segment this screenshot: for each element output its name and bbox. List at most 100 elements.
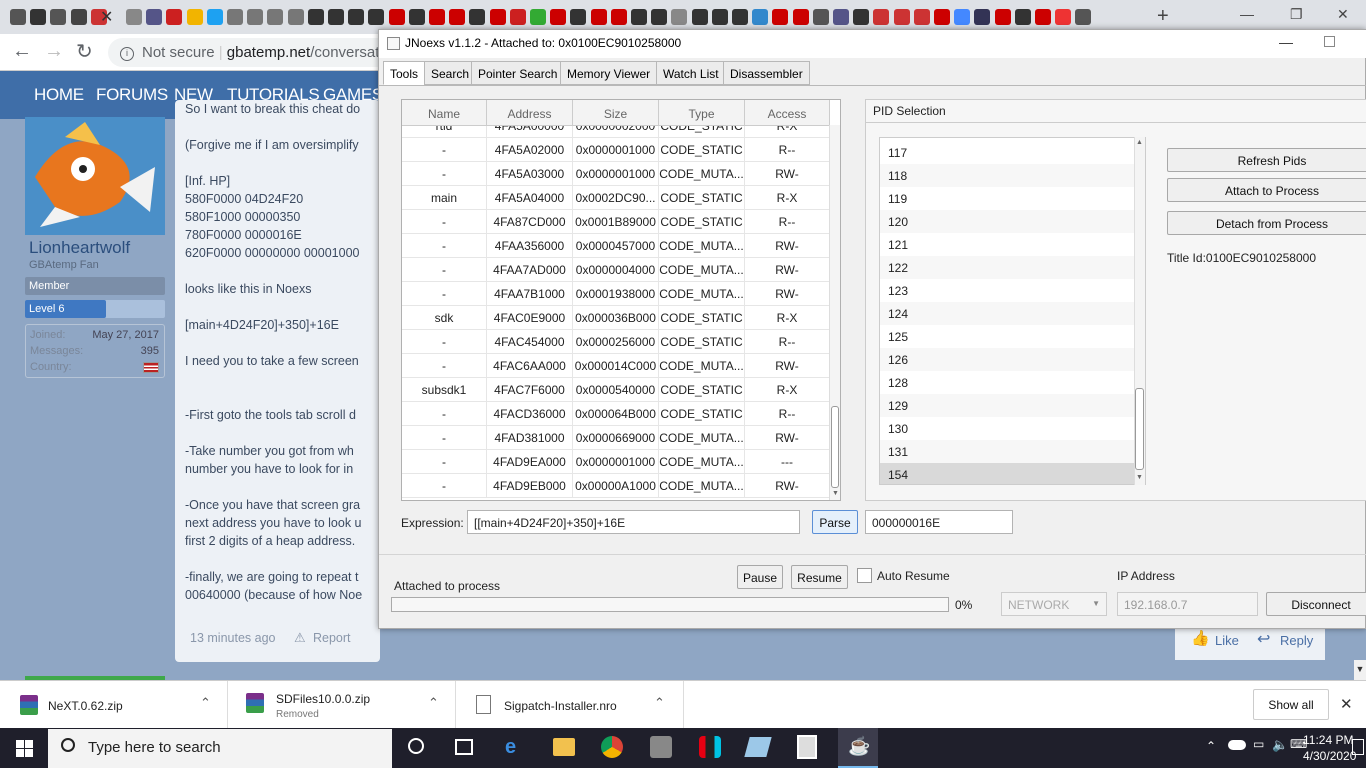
tab-favicon[interactable] — [812, 9, 829, 25]
notifications-icon[interactable] — [1352, 739, 1364, 755]
tab-favicon[interactable] — [307, 9, 324, 25]
refresh-pids-button[interactable]: Refresh Pids — [1167, 148, 1366, 172]
clock-date[interactable]: 4/30/2020 — [1303, 749, 1356, 763]
table-scroll-thumb[interactable] — [831, 406, 839, 488]
tab-disassembler[interactable]: Disassembler — [723, 61, 810, 85]
tab-favicon[interactable] — [772, 9, 789, 25]
tab-favicon[interactable] — [186, 9, 203, 25]
tab-favicon[interactable] — [408, 9, 425, 25]
pid-item[interactable]: 122 — [880, 256, 1134, 279]
tab-favicon[interactable] — [610, 9, 627, 25]
pid-item[interactable]: 125 — [880, 325, 1134, 348]
table-row[interactable]: -4FAD9EA000 0x0000001000 CODE_MUTA... --- — [402, 450, 830, 474]
tab-favicon[interactable] — [368, 9, 385, 25]
tab-favicon[interactable] — [994, 9, 1011, 25]
tab-memory-viewer[interactable]: Memory Viewer — [560, 61, 658, 85]
volume-icon[interactable]: 🔈 — [1272, 737, 1288, 753]
taskbar-search-input[interactable]: Type here to search — [48, 729, 392, 768]
tab-favicon[interactable] — [388, 9, 405, 25]
pid-scroll-thumb[interactable] — [1135, 388, 1144, 470]
tab-favicon[interactable] — [792, 9, 809, 25]
tab-favicon[interactable] — [146, 9, 163, 25]
pid-item[interactable]: 124 — [880, 302, 1134, 325]
tab-favicon[interactable] — [550, 9, 567, 25]
expression-input[interactable]: [[main+4D24F20]+350]+16E — [467, 510, 800, 534]
tab-favicon[interactable] — [10, 9, 26, 25]
chevron-up-icon[interactable]: ⌃ — [200, 695, 211, 711]
username[interactable]: Lionheartwolf — [29, 238, 130, 258]
tab-favicon[interactable] — [1014, 9, 1031, 25]
java-app-active[interactable]: ☕ — [838, 728, 878, 768]
table-row[interactable]: -4FA87CD000 0x0001B89000 CODE_STATIC R-- — [402, 210, 830, 234]
pid-item[interactable]: 130 — [880, 417, 1134, 440]
col-address[interactable]: Address — [487, 100, 573, 126]
tab-favicon[interactable] — [934, 9, 950, 25]
app-icon-blue[interactable] — [744, 737, 772, 757]
tab-favicon[interactable] — [267, 9, 284, 25]
tab-favicon[interactable] — [429, 9, 445, 25]
download-item-1[interactable]: SDFiles10.0.0.zip Removed ⌃ — [228, 681, 456, 729]
tab-favicon[interactable] — [206, 9, 223, 25]
tab-favicon[interactable] — [30, 9, 47, 25]
pid-item[interactable]: 123 — [880, 279, 1134, 302]
tab-favicon[interactable] — [287, 9, 304, 25]
table-row[interactable]: -4FA5A02000 0x0000001000 CODE_STATIC R-- — [402, 138, 830, 162]
table-row[interactable]: -4FAC6AA000 0x000014C000 CODE_MUTA... RW- — [402, 354, 830, 378]
table-row[interactable]: -4FAC454000 0x0000256000 CODE_STATIC R-- — [402, 330, 830, 354]
pause-button[interactable]: Pause — [737, 565, 783, 589]
like-button[interactable]: Like — [1215, 633, 1239, 648]
connection-type-select[interactable]: NETWORK ▼ — [1001, 592, 1107, 616]
table-row[interactable]: -4FAA356000 0x0000457000 CODE_MUTA... RW- — [402, 234, 830, 258]
back-icon[interactable]: ← — [12, 40, 32, 63]
tab-favicon[interactable] — [974, 9, 991, 25]
tab-favicon[interactable] — [691, 9, 708, 25]
close-downloads-icon[interactable]: ✕ — [1340, 695, 1353, 713]
tab-tools[interactable]: Tools — [383, 61, 426, 85]
clock-time[interactable]: 11:24 PM — [1303, 733, 1353, 747]
tab-favicon[interactable] — [853, 9, 870, 25]
tab-favicon[interactable] — [227, 9, 243, 25]
tray-chevron-up-icon[interactable]: ⌃ — [1206, 739, 1216, 753]
tab-favicon[interactable] — [50, 9, 67, 25]
tab-favicon[interactable] — [1035, 9, 1051, 25]
col-type[interactable]: Type — [659, 100, 745, 126]
download-item-2[interactable]: Sigpatch-Installer.nro ⌃ — [456, 681, 684, 729]
page-scroll-down-icon[interactable]: ▼ — [1354, 660, 1366, 680]
tab-favicon[interactable] — [530, 9, 546, 25]
pid-item[interactable]: 129 — [880, 394, 1134, 417]
tab-favicon[interactable] — [166, 9, 183, 25]
new-tab-icon[interactable]: + — [1157, 5, 1169, 28]
windows-start-icon[interactable] — [16, 740, 33, 757]
ip-address-field[interactable]: 192.168.0.7 — [1117, 592, 1258, 616]
network-icon[interactable]: ▭ — [1253, 737, 1264, 751]
tab-favicon[interactable] — [70, 9, 87, 25]
tab-favicon[interactable] — [893, 9, 910, 25]
detach-process-button[interactable]: Detach from Process — [1167, 211, 1366, 235]
table-row[interactable]: -4FA5A03000 0x0000001000 CODE_MUTA... RW- — [402, 162, 830, 186]
col-size[interactable]: Size — [573, 100, 659, 126]
tab-favicon[interactable] — [1055, 9, 1072, 25]
nav-home[interactable]: HOME — [34, 85, 84, 105]
url-field[interactable]: i Not secure | gbatemp.net/conversatio — [108, 38, 398, 67]
calculator-icon[interactable] — [797, 735, 817, 759]
chrome-icon[interactable] — [601, 736, 623, 758]
tab-favicon[interactable] — [570, 9, 587, 25]
table-row[interactable]: -4FAD381000 0x0000669000 CODE_MUTA... RW- — [402, 426, 830, 450]
close-tab-icon[interactable]: ✕ — [100, 7, 113, 27]
parse-result-field[interactable]: 000000016E — [865, 510, 1013, 534]
pid-item[interactable]: 131 — [880, 440, 1134, 463]
tab-favicon[interactable] — [1075, 9, 1092, 25]
table-row[interactable]: -4FACD36000 0x000064B000 CODE_STATIC R-- — [402, 402, 830, 426]
tab-favicon[interactable] — [631, 9, 647, 25]
file-explorer-icon[interactable] — [553, 738, 575, 756]
tab-favicon[interactable] — [873, 9, 890, 25]
tab-pointer-search[interactable]: Pointer Search — [471, 61, 565, 85]
post-time[interactable]: 13 minutes ago — [190, 631, 275, 645]
tab-favicon[interactable] — [449, 9, 466, 25]
tab-favicon[interactable] — [913, 9, 930, 25]
tab-favicon[interactable] — [711, 9, 728, 25]
tab-favicon[interactable] — [328, 9, 344, 25]
tab-search[interactable]: Search — [424, 61, 477, 85]
col-name[interactable]: Name — [402, 100, 487, 126]
report-link[interactable]: Report — [313, 631, 351, 645]
